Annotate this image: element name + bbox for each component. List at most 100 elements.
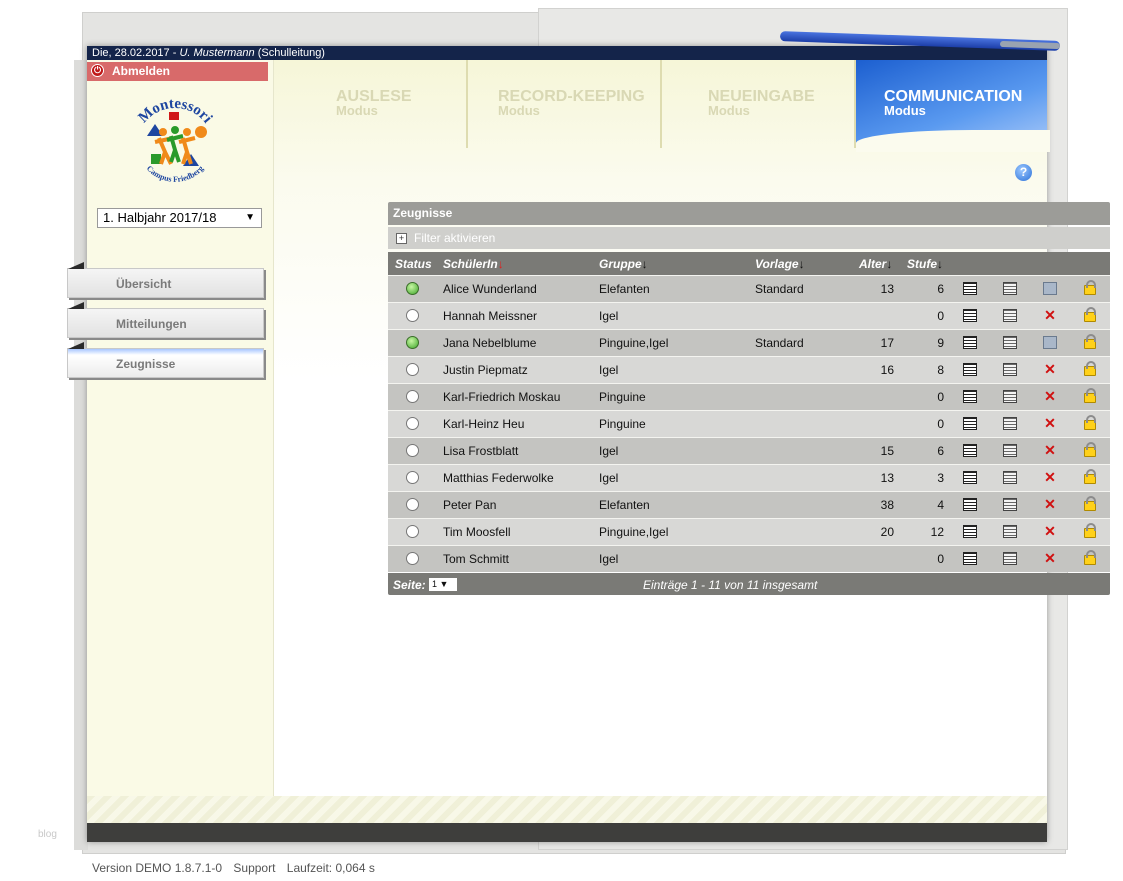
- lock-icon[interactable]: [1084, 469, 1096, 484]
- delete-x-icon[interactable]: ✕: [1043, 308, 1057, 322]
- detail-list-icon[interactable]: [1003, 336, 1017, 349]
- delete-x-icon[interactable]: ✕: [1043, 551, 1057, 565]
- detail-list-icon[interactable]: [1003, 471, 1017, 484]
- bottom-bar: [87, 823, 1047, 842]
- detail-list-icon[interactable]: [1003, 282, 1017, 295]
- table-row[interactable]: Lisa Frostblatt Igel 15 6 ✕: [388, 437, 1110, 464]
- tab-record-keeping[interactable]: RECORD-KEEPING Modus: [468, 60, 662, 148]
- lock-icon[interactable]: [1084, 334, 1096, 349]
- table-row[interactable]: Justin Piepmatz Igel 16 8 ✕: [388, 356, 1110, 383]
- support-link[interactable]: Support: [233, 861, 275, 875]
- delete-x-icon[interactable]: ✕: [1043, 497, 1057, 511]
- report-sheet-icon[interactable]: [963, 471, 977, 484]
- student-name: Jana Nebelblume: [443, 336, 537, 350]
- group-cell: Pinguine: [599, 390, 646, 404]
- status-indicator-icon: [406, 336, 419, 349]
- detail-list-icon[interactable]: [1003, 309, 1017, 322]
- tab-auslese[interactable]: AUSLESE Modus: [274, 60, 468, 148]
- lock-icon[interactable]: [1084, 361, 1096, 376]
- lock-icon[interactable]: [1084, 523, 1096, 538]
- sort-icon: ↓: [798, 257, 805, 271]
- table-row[interactable]: Tim Moosfell Pinguine,Igel 20 12 ✕: [388, 518, 1110, 545]
- report-sheet-icon[interactable]: [963, 363, 977, 376]
- report-sheet-icon[interactable]: [963, 336, 977, 349]
- report-sheet-icon[interactable]: [963, 525, 977, 538]
- column-age[interactable]: Alter↓: [859, 257, 892, 271]
- template-cell: Standard: [755, 336, 804, 350]
- detail-list-icon[interactable]: [1003, 363, 1017, 376]
- detail-list-icon[interactable]: [1003, 390, 1017, 403]
- column-group[interactable]: Gruppe↓: [599, 257, 648, 271]
- delete-x-icon[interactable]: ✕: [1043, 416, 1057, 430]
- lock-icon[interactable]: [1084, 388, 1096, 403]
- column-student[interactable]: SchülerIn↓: [443, 257, 504, 271]
- version-text: Version DEMO 1.8.7.1-0: [92, 861, 223, 875]
- nav-uebersicht[interactable]: Übersicht: [67, 262, 264, 298]
- page-select[interactable]: 1 ▼: [429, 578, 457, 591]
- delete-x-icon[interactable]: ✕: [1043, 524, 1057, 538]
- app-window: Die, 28.02.2017 - U. Mustermann (Schulle…: [67, 46, 1110, 842]
- column-group-label: Gruppe: [599, 257, 642, 271]
- table-row[interactable]: Tom Schmitt Igel 0 ✕: [388, 545, 1110, 572]
- detail-list-icon[interactable]: [1003, 552, 1017, 565]
- lock-icon[interactable]: [1084, 415, 1096, 430]
- table-row[interactable]: Karl-Friedrich Moskau Pinguine 0 ✕: [388, 383, 1110, 410]
- student-name: Matthias Federwolke: [443, 471, 554, 485]
- semester-select[interactable]: 1. Halbjahr 2017/18 ▼: [97, 208, 262, 228]
- session-date: Die, 28.02.2017 -: [92, 47, 180, 59]
- lock-icon[interactable]: [1084, 550, 1096, 565]
- tab-notch: [68, 342, 84, 349]
- tab-subtitle: Modus: [708, 103, 750, 118]
- tab-neueingabe[interactable]: NEUEINGABE Modus: [662, 60, 856, 148]
- footer-info: Version DEMO 1.8.7.1-0 Support Laufzeit:…: [92, 861, 383, 875]
- report-sheet-icon[interactable]: [963, 282, 977, 295]
- logout-button[interactable]: ⏻ Abmelden: [87, 62, 268, 81]
- report-sheet-icon[interactable]: [963, 417, 977, 430]
- student-name: Tim Moosfell: [443, 525, 511, 539]
- column-template[interactable]: Vorlage↓: [755, 257, 805, 271]
- detail-list-icon[interactable]: [1003, 498, 1017, 511]
- report-sheet-icon[interactable]: [963, 309, 977, 322]
- detail-list-icon[interactable]: [1003, 444, 1017, 457]
- column-level[interactable]: Stufe↓: [907, 257, 943, 271]
- detail-list-icon[interactable]: [1003, 417, 1017, 430]
- table-row[interactable]: Peter Pan Elefanten 38 4 ✕: [388, 491, 1110, 518]
- help-icon[interactable]: ?: [1015, 164, 1032, 181]
- main-content: AUSLESE Modus RECORD-KEEPING Modus NEUEI…: [274, 60, 1110, 796]
- delete-x-icon[interactable]: ✕: [1043, 362, 1057, 376]
- report-sheet-icon[interactable]: [963, 552, 977, 565]
- lock-icon[interactable]: [1084, 442, 1096, 457]
- table-row[interactable]: Jana Nebelblume Pinguine,Igel Standard 17 9: [388, 329, 1110, 356]
- expand-icon: +: [396, 233, 407, 244]
- table-row[interactable]: Alice Wunderland Elefanten Standard 13 6: [388, 275, 1110, 302]
- table-row[interactable]: Hannah Meissner Igel 0 ✕: [388, 302, 1110, 329]
- filter-toggle[interactable]: + Filter aktivieren: [388, 227, 1110, 249]
- tab-communication[interactable]: COMMUNICATION Modus: [856, 60, 1050, 152]
- table-row[interactable]: Karl-Heinz Heu Pinguine 0 ✕: [388, 410, 1110, 437]
- lock-icon[interactable]: [1084, 307, 1096, 322]
- lock-icon[interactable]: [1084, 496, 1096, 511]
- detail-list-icon[interactable]: [1003, 525, 1017, 538]
- report-sheet-icon[interactable]: [963, 498, 977, 511]
- report-sheet-icon[interactable]: [963, 390, 977, 403]
- save-disk-icon[interactable]: [1043, 336, 1057, 349]
- age-cell: 16: [880, 363, 894, 377]
- delete-x-icon[interactable]: ✕: [1043, 389, 1057, 403]
- logo-name: Montessori: [135, 96, 215, 126]
- svg-text:Campus Friedberg: Campus Friedberg: [145, 164, 205, 184]
- level-cell: 0: [937, 390, 944, 404]
- save-disk-icon[interactable]: [1043, 282, 1057, 295]
- group-cell: Elefanten: [599, 498, 650, 512]
- delete-x-icon[interactable]: ✕: [1043, 443, 1057, 457]
- lock-icon[interactable]: [1084, 280, 1096, 295]
- nav-mitteilungen[interactable]: Mitteilungen: [67, 302, 264, 338]
- status-indicator-icon: [406, 417, 419, 430]
- logout-label: Abmelden: [112, 64, 171, 78]
- nav-zeugnisse[interactable]: Zeugnisse: [67, 342, 264, 378]
- sort-icon: ↓: [937, 257, 943, 271]
- delete-x-icon[interactable]: ✕: [1043, 470, 1057, 484]
- report-sheet-icon[interactable]: [963, 444, 977, 457]
- logo-subtitle: Campus Friedberg: [145, 164, 205, 184]
- student-name: Alice Wunderland: [443, 282, 537, 296]
- table-row[interactable]: Matthias Federwolke Igel 13 3 ✕: [388, 464, 1110, 491]
